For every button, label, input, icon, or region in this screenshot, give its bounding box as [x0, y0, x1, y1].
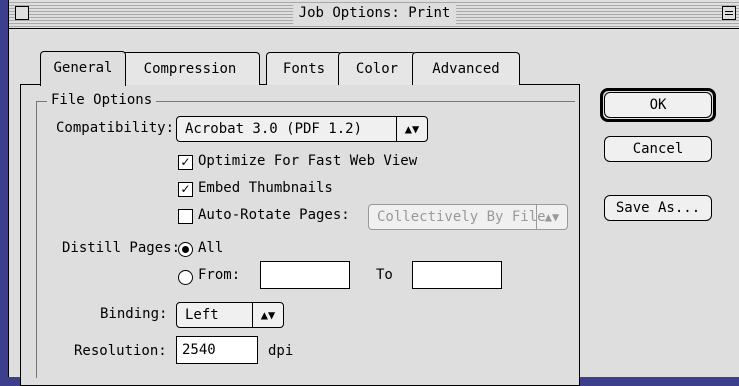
distill-to-label: To: [376, 267, 393, 283]
save-as-button[interactable]: Save As...: [604, 195, 712, 221]
tab-general[interactable]: General: [40, 51, 126, 86]
compatibility-value: Acrobat 3.0 (PDF 1.2): [185, 121, 363, 137]
title-bar[interactable]: Job Options: Print: [9, 0, 739, 29]
distill-all-label: All: [198, 240, 224, 256]
optimize-checkbox[interactable]: ✓: [178, 155, 193, 170]
group-label: File Options: [47, 92, 157, 108]
compatibility-popup[interactable]: Acrobat 3.0 (PDF 1.2) ▲▼: [176, 116, 428, 142]
autorotate-popup: Collectively By File ▲▼: [368, 204, 568, 230]
autorotate-value: Collectively By File: [377, 209, 546, 225]
close-box-icon[interactable]: [15, 6, 29, 20]
embed-thumbnails-label: Embed Thumbnails: [198, 180, 333, 196]
from-page-field[interactable]: [260, 261, 350, 289]
compatibility-label: Compatibility:: [56, 120, 175, 136]
popup-arrows-icon: ▲▼: [536, 205, 567, 229]
tab-label: Color: [355, 61, 399, 77]
resolution-field[interactable]: 2540: [176, 336, 258, 364]
binding-popup[interactable]: Left ▲▼: [176, 302, 284, 328]
resolution-unit: dpi: [268, 343, 294, 359]
tab-advanced[interactable]: Advanced: [412, 52, 520, 85]
optimize-label: Optimize For Fast Web View: [198, 153, 418, 169]
embed-thumbnails-checkbox[interactable]: ✓: [178, 182, 193, 197]
ok-button[interactable]: OK: [604, 92, 712, 118]
tab-label: Compression: [143, 61, 237, 77]
autorotate-checkbox[interactable]: [178, 209, 193, 224]
resolution-label: Resolution:: [74, 343, 167, 359]
window-title: Job Options: Print: [292, 3, 457, 24]
tab-color[interactable]: Color: [338, 52, 416, 85]
binding-value: Left: [185, 307, 219, 323]
tab-label: Fonts: [282, 61, 326, 77]
tab-label: General: [53, 60, 113, 76]
collapse-box-icon[interactable]: [722, 6, 736, 20]
tab-fonts[interactable]: Fonts: [266, 52, 342, 85]
popup-arrows-icon: ▲▼: [396, 117, 427, 141]
tab-label: Advanced: [432, 61, 500, 77]
autorotate-label: Auto-Rotate Pages:: [198, 207, 350, 223]
distill-from-radio[interactable]: [178, 270, 193, 285]
popup-arrows-icon: ▲▼: [252, 303, 283, 327]
cancel-button[interactable]: Cancel: [604, 136, 712, 162]
distill-all-radio[interactable]: [178, 242, 193, 257]
to-page-field[interactable]: [412, 261, 502, 289]
tab-compression[interactable]: Compression: [120, 52, 260, 85]
distill-pages-label: Distill Pages:: [62, 240, 181, 256]
binding-label: Binding:: [100, 306, 168, 322]
distill-from-label: From:: [198, 267, 241, 283]
